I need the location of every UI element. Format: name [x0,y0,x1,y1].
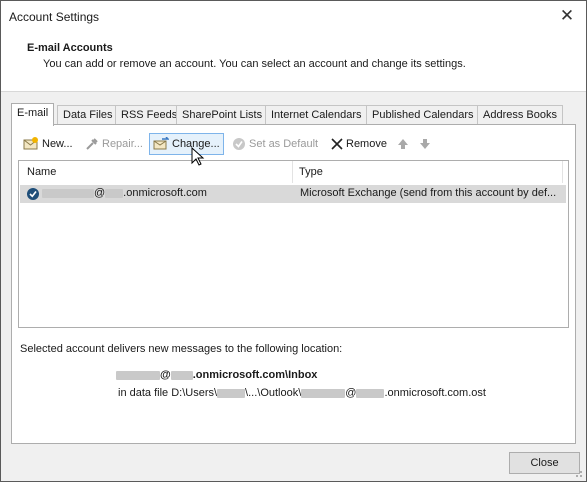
remove-button-label: Remove [346,138,387,150]
redacted-tenant [170,370,193,380]
change-account-icon [153,137,169,150]
set-as-default-button[interactable]: Set as Default [229,134,321,154]
tab-data-files[interactable]: Data Files [57,105,119,125]
redacted-username [301,388,346,398]
window-title: Account Settings [9,10,100,24]
tab-published-calendars[interactable]: Published Calendars [366,105,480,125]
dialog-header: E-mail Accounts You can add or remove an… [1,33,586,92]
resize-grip-icon[interactable] [573,468,583,478]
tab-address-books[interactable]: Address Books [477,105,563,125]
close-button[interactable]: Close [509,452,580,474]
account-name-at: @ [94,187,106,199]
remove-x-icon [331,138,343,150]
tab-sharepoint-lists[interactable]: SharePoint Lists [176,105,269,125]
delivery-location: @ .onmicrosoft.com\Inbox [116,369,317,381]
column-header-type[interactable]: Type [293,161,563,183]
redacted-username [116,370,160,380]
data-file-suffix: .onmicrosoft.com.ost [384,387,486,399]
column-header-name[interactable]: Name [19,161,293,183]
repair-button-label: Repair... [102,138,143,150]
tab-rss-feeds[interactable]: RSS Feeds [115,105,184,125]
move-down-button[interactable] [416,134,437,154]
delivery-location-text: .onmicrosoft.com\Inbox [192,369,318,381]
redacted-tenant [356,388,385,398]
mouse-cursor-icon [191,147,205,166]
new-button[interactable]: New... [20,134,76,154]
redacted-tenant [105,188,124,198]
default-account-check-icon [27,188,39,200]
email-tab-panel: New... Repair... Change... Set as Defaul… [11,124,576,444]
account-name-domain: .onmicrosoft.com [123,187,207,199]
new-button-label: New... [42,138,73,150]
arrow-down-icon [420,139,430,150]
account-name: @ .onmicrosoft.com [42,187,207,199]
close-icon[interactable]: ✕ [556,5,578,27]
redacted-username [42,188,94,198]
title-bar: Account Settings ✕ [1,1,586,33]
tab-email[interactable]: E-mail [11,103,55,126]
new-account-icon [23,137,38,150]
account-type: Microsoft Exchange (send from this accou… [300,187,557,199]
check-circle-icon [233,138,245,151]
remove-button[interactable]: Remove [328,134,390,154]
set-as-default-label: Set as Default [249,138,319,150]
wrench-icon [86,138,98,150]
data-file-mid: \...\Outlook\ [245,387,302,399]
redacted-user-folder [217,388,246,398]
accounts-list[interactable]: Name Type @ .onmicrosoft.com Microsoft Ex… [18,160,569,328]
header-title: E-mail Accounts [27,42,113,54]
arrow-up-icon [398,139,408,150]
tab-internet-calendars[interactable]: Internet Calendars [265,105,368,125]
move-up-button[interactable] [394,134,415,154]
repair-button[interactable]: Repair... [82,134,146,154]
data-file-path: in data file D:\Users\ \...\Outlook\ @ .onm… [118,387,486,399]
account-settings-dialog: Account Settings ✕ E-mail Accounts You c… [0,0,587,482]
delivery-label: Selected account delivers new messages t… [20,343,343,355]
table-row[interactable]: @ .onmicrosoft.com Microsoft Exchange (se… [20,185,566,203]
data-file-prefix: in data file D:\Users\ [118,387,218,399]
change-button[interactable]: Change... [149,133,224,155]
header-description: You can add or remove an account. You ca… [43,58,466,70]
